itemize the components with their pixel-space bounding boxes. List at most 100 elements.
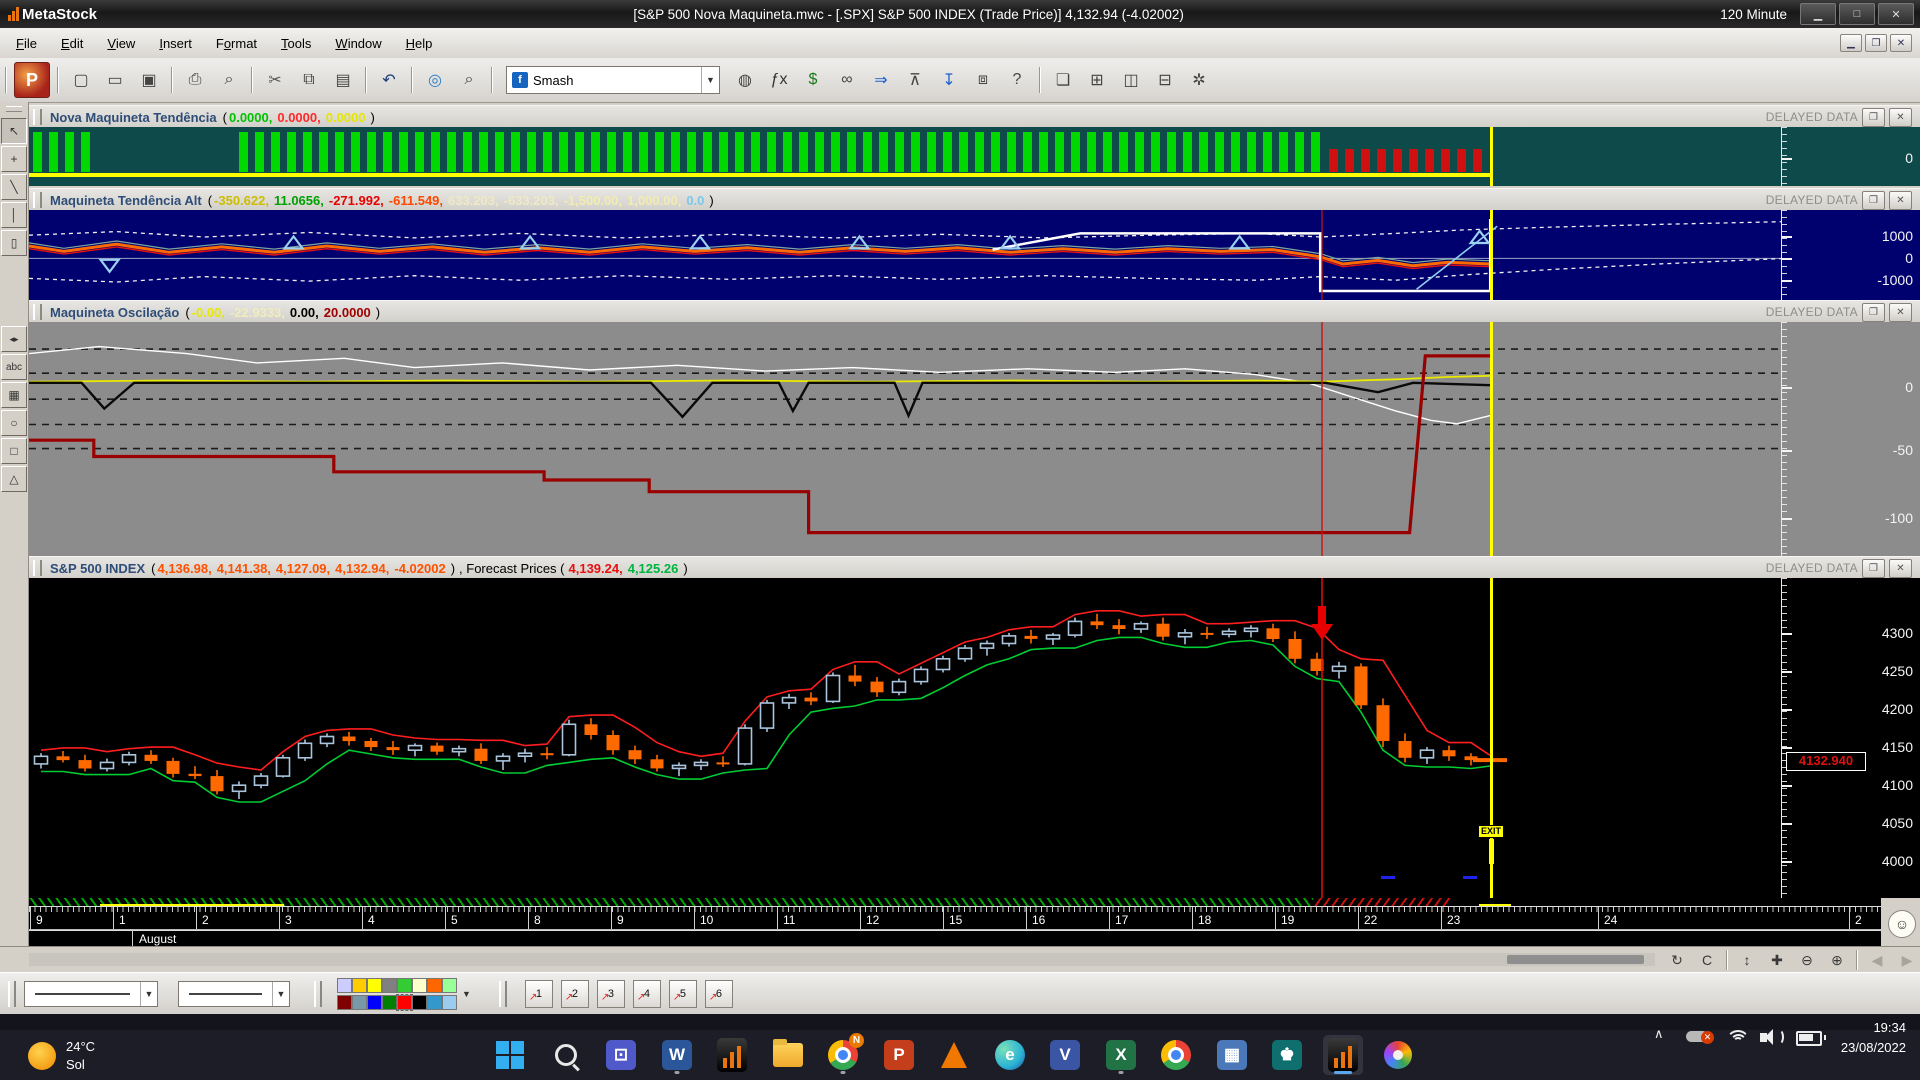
taskbar-calculator[interactable]: ▦ <box>1212 1035 1252 1075</box>
tray-chevron-icon[interactable]: ∧ <box>1654 1026 1664 1042</box>
color-swatch[interactable] <box>427 995 442 1010</box>
template-2-button[interactable]: 2 ↗ <box>560 980 589 1008</box>
taskbar-search[interactable] <box>546 1035 586 1075</box>
taskbar-teams[interactable]: ⊡ <box>601 1035 641 1075</box>
y-axis-maquineta-oscilacao[interactable]: 0 -50 -100 <box>1781 322 1920 556</box>
panel-close-button[interactable]: ✕ <box>1889 302 1912 322</box>
trendline-tool[interactable]: ╲ <box>1 174 27 200</box>
color-swatch[interactable] <box>427 978 442 993</box>
panel-close-button[interactable]: ✕ <box>1889 190 1912 210</box>
plot-maquineta-tendencia-alt[interactable] <box>29 210 1781 300</box>
scroll-arrows-tool[interactable]: ◂▸ <box>1 326 27 352</box>
expert-advisor-button[interactable]: $ <box>798 65 828 95</box>
onedrive-error-icon[interactable]: ✕ <box>1686 1026 1714 1044</box>
taskbar-word[interactable]: W <box>657 1035 697 1075</box>
layout-b-button[interactable]: ⊟ <box>1150 65 1180 95</box>
panel-header-sp500-price[interactable]: S&P 500 INDEX (4,136.98, 4,141.38, 4,127.09… <box>29 556 1920 580</box>
whats-this-button[interactable]: ? <box>1002 65 1032 95</box>
taskbar-powerpoint[interactable]: P <box>879 1035 919 1075</box>
menu-insert[interactable]: Insert <box>147 32 204 55</box>
taskbar-paint[interactable] <box>1378 1035 1418 1075</box>
new-chart-button[interactable]: ▢ <box>66 65 96 95</box>
panel-restore-button[interactable]: ❐ <box>1862 558 1885 578</box>
scrollbar-thumb[interactable] <box>1507 955 1644 964</box>
crosshair-pointer-button[interactable]: ◎ <box>420 65 450 95</box>
menu-format[interactable]: Format <box>204 32 269 55</box>
menu-tools[interactable]: Tools <box>269 32 323 55</box>
pointer-tool[interactable]: ↖ <box>1 118 27 144</box>
date-axis[interactable]: 9 1 2 3 4 5 8 9 10 11 12 15 16 17 18 19 22 23 24 2 August <box>29 898 1881 947</box>
refresh-button[interactable]: ↻ <box>1663 949 1691 971</box>
cut-button[interactable]: ✂ <box>260 65 290 95</box>
template-3-button[interactable]: 3 ↗ <box>596 980 625 1008</box>
color-swatch[interactable] <box>367 995 382 1010</box>
taskbar-excel[interactable]: X <box>1101 1035 1141 1075</box>
tile-windows-button[interactable]: ⊞ <box>1082 65 1112 95</box>
template-4-button[interactable]: 4 ↗ <box>632 980 661 1008</box>
taskbar-visio[interactable]: V <box>1045 1035 1085 1075</box>
symbol-combobox[interactable]: f Smash ▼ <box>506 66 720 94</box>
crosshair-tool[interactable]: + <box>1 146 27 172</box>
paste-button[interactable]: ▤ <box>328 65 358 95</box>
y-axis-nova-maquineta-tendencia[interactable]: 0 <box>1781 127 1920 186</box>
layout-a-button[interactable]: ◫ <box>1116 65 1146 95</box>
plot-nova-maquineta-tendencia[interactable] <box>29 127 1781 186</box>
forecaster-button[interactable]: ⇒ <box>866 65 896 95</box>
panel-restore-button[interactable]: ❐ <box>1862 190 1885 210</box>
taskbar-metastock-active[interactable] <box>1323 1035 1363 1075</box>
indicator-builder-button[interactable]: ƒx <box>764 65 794 95</box>
color-swatch[interactable] <box>382 995 397 1010</box>
print-button[interactable]: ⎙ <box>180 65 210 95</box>
weather-widget[interactable]: 24°C Sol <box>28 1038 95 1074</box>
child-minimize-button[interactable]: ▁ <box>1840 34 1862 52</box>
taskbar-file-explorer[interactable] <box>768 1035 808 1075</box>
taskbar-clock[interactable]: 19:34 23/08/2022 <box>1841 1018 1906 1058</box>
zoom-in-button[interactable]: ⊕ <box>1823 949 1851 971</box>
color-swatch[interactable] <box>337 978 352 993</box>
taskbar-windows-start[interactable] <box>490 1035 530 1075</box>
explorer-button[interactable]: ∞ <box>832 65 862 95</box>
web-online-button[interactable]: ◍ <box>730 65 760 95</box>
menu-view[interactable]: View <box>95 32 147 55</box>
panel-restore-button[interactable]: ❐ <box>1862 107 1885 127</box>
color-swatch[interactable] <box>382 978 397 993</box>
maximize-button[interactable]: □ <box>1839 3 1875 25</box>
color-swatch[interactable] <box>397 978 412 993</box>
grid-tool[interactable]: ▦ <box>1 382 27 408</box>
color-swatch[interactable] <box>396 994 413 1011</box>
color-swatch[interactable] <box>367 978 382 993</box>
color-swatch[interactable] <box>412 995 427 1010</box>
panel-header-maquineta-oscilacao[interactable]: Maquineta Oscilação (-0.00, -22.9333, 0.00,… <box>29 300 1920 324</box>
plot-sp500-price[interactable]: EXIT <box>29 578 1781 898</box>
taskbar-edge[interactable]: e <box>990 1035 1030 1075</box>
copy-button[interactable]: ⧉ <box>294 65 324 95</box>
panel-close-button[interactable]: ✕ <box>1889 107 1912 127</box>
rectangle-tool[interactable]: □ <box>1 438 27 464</box>
template-1-button[interactable]: 1 ↗ <box>524 980 553 1008</box>
undo-button[interactable]: ↶ <box>374 65 404 95</box>
triangle-tool[interactable]: △ <box>1 466 27 492</box>
chart-scrollbar[interactable] <box>29 953 1655 966</box>
power-console-button[interactable]: P <box>14 62 50 98</box>
taskbar-vlc[interactable] <box>934 1035 974 1075</box>
menu-edit[interactable]: Edit <box>49 32 95 55</box>
vertical-line-tool[interactable]: │ <box>1 202 27 228</box>
battery-icon[interactable] <box>1796 1026 1826 1046</box>
panel-close-button[interactable]: ✕ <box>1889 558 1912 578</box>
vertical-scale-button[interactable]: ↕ <box>1733 949 1761 971</box>
color-swatch[interactable] <box>352 978 367 993</box>
pan-button[interactable]: ✚ <box>1763 949 1791 971</box>
scroll-right-button[interactable]: ▶ <box>1893 949 1920 971</box>
delete-tool[interactable]: ▯ <box>1 230 27 256</box>
color-swatch[interactable] <box>352 995 367 1010</box>
color-swatch[interactable] <box>442 978 457 993</box>
taskbar-chess[interactable]: ♚ <box>1267 1035 1307 1075</box>
template-6-button[interactable]: 6 ↗ <box>704 980 733 1008</box>
ellipse-tool[interactable]: ○ <box>1 410 27 436</box>
panel-header-maquineta-tendencia-alt[interactable]: Maquineta Tendência Alt (-350.622, 11.0656… <box>29 188 1920 212</box>
y-axis-maquineta-tendencia-alt[interactable]: 1000 0 -1000 <box>1781 210 1920 300</box>
line-weight-select[interactable]: ▼ <box>178 981 290 1007</box>
print-preview-button[interactable]: ⌕ <box>214 65 244 95</box>
close-button[interactable]: ✕ <box>1878 3 1914 25</box>
menu-file[interactable]: File <box>4 32 49 55</box>
